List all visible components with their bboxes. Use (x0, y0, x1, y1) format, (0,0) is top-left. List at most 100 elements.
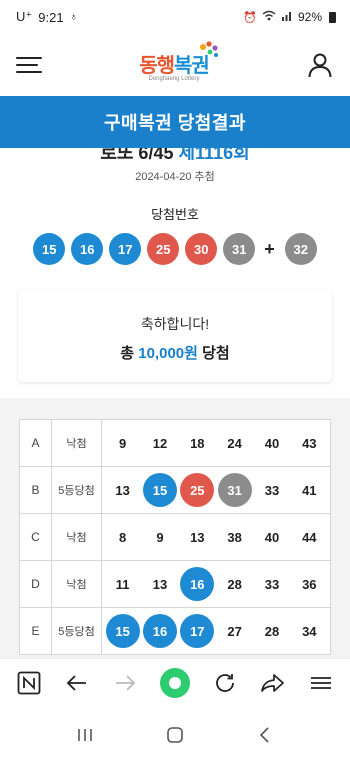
matched-number: 15 (142, 473, 177, 507)
winning-number-ball: 15 (33, 233, 66, 265)
ticket-row: B 5등당첨 13 15 25 31 33 41 (19, 466, 331, 514)
forward-arrow-icon[interactable] (112, 670, 138, 696)
ticket-row: A 낙첨 9 12 18 24 40 43 (19, 419, 331, 467)
winning-numbers-label: 당첨번호 (151, 207, 199, 222)
winning-number-ball: 31 (223, 233, 256, 265)
system-navigation-bar (0, 710, 350, 760)
status-right: ⏰ 92% (243, 10, 336, 24)
ticket-row-key: A (19, 419, 52, 467)
winning-numbers: 15 16 17 25 30 31 +32 (0, 233, 350, 265)
ticket-number-list: 15 16 17 27 28 34 (104, 614, 328, 648)
back-icon[interactable] (252, 722, 278, 748)
ticket-number: 44 (302, 529, 317, 545)
ticket-row-numbers: 8 9 13 38 40 44 (101, 513, 331, 561)
prize-amount: 10,000원 (138, 345, 198, 362)
prize-suffix: 당첨 (202, 345, 230, 362)
clock: 9:21 (38, 9, 64, 25)
ticket-row-result: 낙첨 (51, 560, 102, 608)
winning-number-ball: 16 (71, 233, 104, 265)
ticket-number: 8 (119, 529, 127, 545)
menu-bar-line (16, 64, 38, 66)
prize-summary-card: 축하합니다! 총 10,000원 당첨 (18, 290, 332, 382)
winning-number-ball: 25 (147, 233, 180, 265)
ticket-row: D 낙첨 11 13 16 28 33 36 (19, 560, 331, 608)
page-title-bar: 구매복권 당첨결과 (0, 96, 350, 148)
ticket-table: A 낙첨 9 12 18 24 40 43 B 5등당첨 13 15 25 31 33 41 C 낙첨 8 9 13 38… (19, 419, 331, 655)
matched-number: 16 (180, 567, 215, 601)
status-left: U⁺ 9:21 ♁ (16, 9, 78, 25)
donghaeng-lottery-logo[interactable]: 동행복권 Donghaeng Lottery (139, 40, 218, 82)
matched-number: 25 (180, 473, 215, 507)
ticket-number: 13 (115, 482, 130, 498)
share-icon[interactable] (260, 670, 286, 696)
ticket-row-result: 5등당첨 (51, 607, 102, 655)
ticket-number: 40 (264, 529, 280, 545)
ticket-row-result: 5등당첨 (51, 466, 102, 514)
menu-bar-line (16, 71, 42, 73)
home-icon[interactable] (162, 722, 188, 748)
ticket-row: E 5등당첨 15 16 17 27 28 34 (19, 607, 331, 655)
refresh-icon[interactable] (212, 670, 238, 696)
ticket-number-list: 11 13 16 28 33 36 (104, 567, 328, 601)
carrier-label: U⁺ (16, 9, 33, 24)
winning-number-ball: 17 (109, 233, 142, 265)
ticket-number: 9 (119, 435, 127, 451)
matched-number: 17 (180, 614, 215, 648)
matched-number: 15 (105, 614, 140, 648)
ticket-row-numbers: 15 16 17 27 28 34 (101, 607, 331, 655)
game-name: 로또 6/45 (100, 148, 174, 160)
ticket-row-result: 낙첨 (51, 513, 102, 561)
menu-icon[interactable] (308, 670, 334, 696)
back-arrow-icon[interactable] (64, 670, 90, 696)
ticket-number: 38 (227, 529, 242, 545)
ticket-number: 12 (152, 435, 168, 451)
ticket-number: 24 (227, 435, 242, 451)
ticket-row-key: D (19, 560, 52, 608)
ticket-number: 13 (190, 529, 205, 545)
ticket-number: 28 (227, 576, 242, 592)
ticket-number: 28 (264, 623, 280, 639)
logo-subtext: Donghaeng Lottery (148, 75, 200, 82)
draw-heading-text: 로또 6/45 제1116회 (0, 148, 350, 160)
ticket-number: 11 (115, 576, 130, 592)
matched-number: 16 (142, 614, 177, 648)
ticket-number-list: 8 9 13 38 40 44 (104, 520, 328, 554)
ticket-number-list: 9 12 18 24 40 43 (104, 426, 328, 460)
matched-number: 31 (217, 473, 252, 507)
winning-number-ball: 30 (185, 233, 218, 265)
home-icon[interactable] (160, 667, 190, 698)
menu-button[interactable] (16, 54, 42, 76)
user-icon[interactable] (306, 51, 334, 79)
data-transfer-icon: ♁ (69, 11, 78, 23)
status-bar: U⁺ 9:21 ♁ ⏰ 92% (0, 0, 350, 34)
recent-apps-icon[interactable] (72, 722, 98, 748)
browser-toolbar (0, 658, 350, 706)
ticket-row-numbers: 11 13 16 28 33 36 (101, 560, 331, 608)
signal-icon (281, 10, 293, 24)
naver-icon[interactable] (16, 670, 42, 696)
ticket-row-key: B (19, 466, 52, 514)
ticket-row: C 낙첨 8 9 13 38 40 44 (19, 513, 331, 561)
ticket-number: 18 (190, 435, 205, 451)
ticket-number: 27 (227, 623, 242, 639)
menu-bar-line (16, 57, 42, 59)
ticket-row-key: C (19, 513, 52, 561)
congrats-text: 축하합니다! (140, 316, 210, 332)
home-dot (169, 676, 181, 689)
prize-prefix: 총 (120, 345, 135, 362)
ticket-row-numbers: 13 15 25 31 33 41 (101, 466, 331, 514)
ticket-number: 40 (264, 435, 280, 451)
app-header: 동행복권 Donghaeng Lottery (0, 34, 350, 96)
bonus-plus-sign: + (264, 238, 275, 259)
ticket-number: 43 (302, 435, 317, 451)
page-title: 구매복권 당첨결과 (104, 113, 246, 133)
battery-icon (329, 11, 336, 23)
draw-round: 제1116회 (178, 148, 250, 160)
ticket-number: 33 (264, 482, 280, 498)
draw-heading: 로또 6/45 제1116회 (0, 148, 350, 160)
ticket-row-result: 낙첨 (51, 419, 102, 467)
wifi-icon (262, 10, 276, 24)
alarm-icon: ⏰ (243, 11, 257, 24)
logo-main-text: 동행 (139, 52, 175, 77)
ticket-row-key: E (19, 607, 52, 655)
